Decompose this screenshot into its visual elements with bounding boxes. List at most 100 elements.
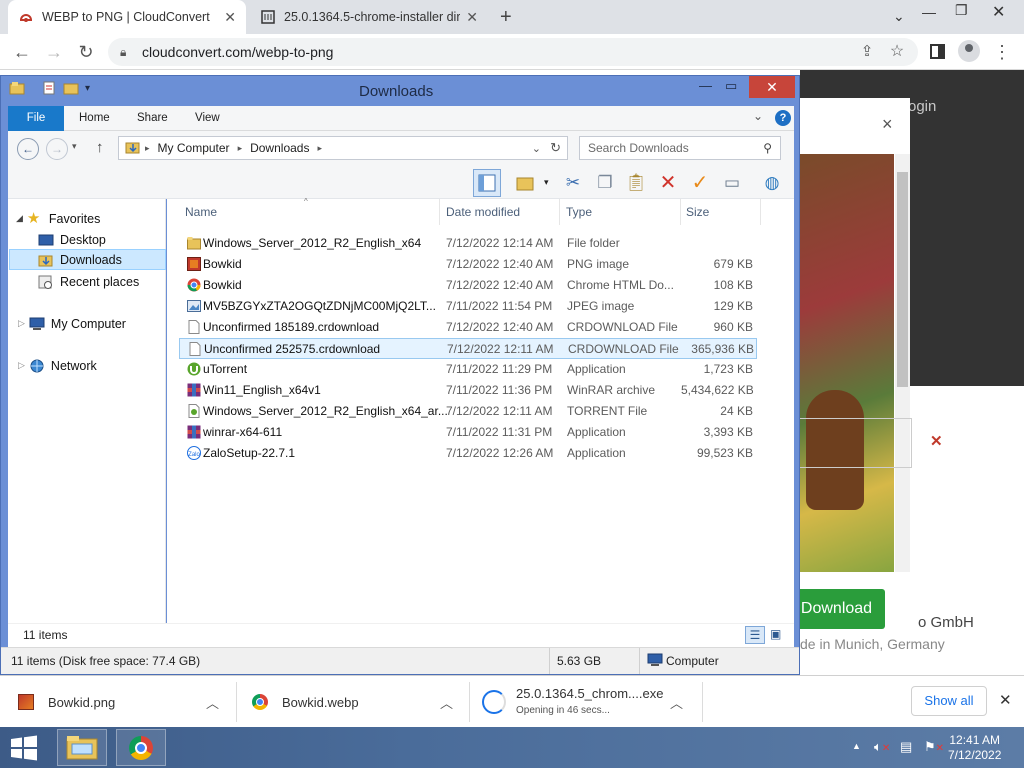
breadcrumb-chevron-icon[interactable]: ▸ bbox=[317, 143, 322, 154]
new-folder-icon[interactable] bbox=[63, 80, 79, 99]
file-row[interactable]: Zalo ZaloSetup-22.7.1 7/12/2022 12:26 AM Ap… bbox=[179, 443, 757, 464]
cut-icon[interactable]: ✂ bbox=[561, 171, 585, 195]
explorer-close-button[interactable]: ✕ bbox=[749, 76, 795, 98]
copy-icon[interactable]: ❐ bbox=[593, 171, 617, 195]
nav-downloads[interactable]: Downloads bbox=[9, 249, 166, 270]
column-divider[interactable] bbox=[559, 199, 560, 225]
bookmark-star-icon[interactable]: ☆ bbox=[885, 40, 909, 64]
breadcrumb-my-computer[interactable]: My Computer bbox=[158, 141, 230, 155]
menu-kebab-icon[interactable]: ⋮ bbox=[990, 40, 1014, 64]
modal-scrollbar-thumb[interactable] bbox=[897, 172, 908, 387]
move-to-folder-icon[interactable] bbox=[513, 171, 537, 195]
network-status-icon[interactable]: ▤ bbox=[900, 739, 912, 755]
file-row[interactable]: Win11_English_x64v1 7/11/2022 11:36 PM Win… bbox=[179, 380, 757, 401]
profile-avatar-icon[interactable] bbox=[958, 40, 980, 62]
modal-close-icon[interactable]: × bbox=[882, 114, 893, 135]
share-icon[interactable]: ⇪ bbox=[855, 40, 879, 64]
forward-arrow-icon[interactable]: → bbox=[42, 40, 66, 64]
move-dropdown-icon[interactable]: ▾ bbox=[544, 177, 549, 188]
column-header-date[interactable]: Date modified bbox=[446, 205, 520, 219]
new-tab-button[interactable]: + bbox=[500, 6, 512, 29]
action-center-flag-icon[interactable]: ⚑✕ bbox=[924, 739, 944, 755]
nav-my-computer[interactable]: ▷ My Computer bbox=[18, 313, 126, 334]
side-panel-icon[interactable] bbox=[930, 44, 945, 59]
network-globe-icon[interactable]: ◍ bbox=[760, 171, 784, 195]
column-header-name[interactable]: Name bbox=[185, 205, 217, 219]
breadcrumb-chevron-icon[interactable]: ▸ bbox=[238, 143, 243, 154]
large-icons-view-icon[interactable]: ▣ bbox=[770, 627, 781, 641]
file-row[interactable]: MV5BZGYxZTA2OGQtZDNjMC00MjQ2LT... 7/11/20… bbox=[179, 296, 757, 317]
tab-view[interactable]: View bbox=[195, 112, 220, 124]
restore-icon[interactable]: ❐ bbox=[955, 2, 968, 19]
tab-cloudconvert[interactable]: WEBP to PNG | CloudConvert ✕ bbox=[8, 0, 246, 34]
windows-start-icon[interactable] bbox=[10, 735, 38, 764]
preview-pane-icon[interactable] bbox=[473, 169, 501, 197]
login-link[interactable]: ogin bbox=[908, 98, 936, 115]
address-bar[interactable]: 🔒︎ cloudconvert.com/webp-to-png bbox=[108, 38, 918, 66]
ribbon-expand-icon[interactable]: ⌄ bbox=[753, 109, 763, 123]
tab-close-icon[interactable]: ✕ bbox=[224, 9, 236, 26]
file-row[interactable]: Windows_Server_2012_R2_English_x64 7/12/2… bbox=[179, 233, 757, 254]
tab-file[interactable]: File bbox=[8, 106, 64, 131]
nav-recent-places[interactable]: Recent places bbox=[38, 271, 139, 292]
explorer-minimize-icon[interactable]: — bbox=[699, 78, 712, 93]
window-close-icon[interactable]: ✕ bbox=[992, 2, 1005, 22]
column-header-type[interactable]: Type bbox=[566, 205, 592, 219]
column-divider[interactable] bbox=[680, 199, 681, 225]
properties-card-icon[interactable]: ▭ bbox=[720, 171, 744, 195]
taskbar-clock[interactable]: 12:41 AM 7/12/2022 bbox=[948, 733, 1001, 763]
file-row[interactable]: winrar-x64-611 7/11/2022 11:31 PM Applicat… bbox=[179, 422, 757, 443]
tab-search-icon[interactable]: ⌄ bbox=[893, 8, 905, 25]
download-item-bowkid-webp[interactable]: Bowkid.webp ︿ bbox=[252, 676, 470, 728]
back-arrow-icon[interactable]: ← bbox=[10, 40, 34, 64]
search-icon[interactable]: ⚲ bbox=[763, 141, 772, 155]
taskbar-file-explorer[interactable] bbox=[57, 729, 107, 766]
explorer-title-bar[interactable]: ▾ Downloads — ▭ ✕ bbox=[1, 76, 799, 106]
close-downloads-bar-icon[interactable]: ✕ bbox=[999, 691, 1012, 709]
breadcrumb-chevron-icon[interactable]: ▸ bbox=[145, 143, 150, 154]
download-options-chevron-icon[interactable]: ︿ bbox=[206, 693, 219, 712]
customize-qat-icon[interactable]: ▾ bbox=[85, 83, 90, 94]
address-dropdown-icon[interactable]: ⌄ bbox=[532, 142, 541, 155]
refresh-icon[interactable]: ↻ bbox=[550, 140, 561, 156]
download-item-bowkid-png[interactable]: Bowkid.png ︿ bbox=[18, 676, 236, 728]
search-downloads-input[interactable]: Search Downloads ⚲ bbox=[579, 136, 781, 160]
taskbar-chrome[interactable] bbox=[116, 729, 166, 766]
download-button[interactable]: Download bbox=[788, 589, 885, 629]
rename-checkmark-icon[interactable]: ✓ bbox=[688, 171, 712, 195]
up-arrow-icon[interactable]: ↑ bbox=[96, 139, 104, 156]
remove-file-icon[interactable]: ✕ bbox=[930, 432, 943, 450]
nav-network[interactable]: ▷ Network bbox=[18, 355, 97, 376]
expand-arrow-icon[interactable]: ▷ bbox=[18, 318, 25, 329]
nav-favorites[interactable]: ◢ ★ Favorites bbox=[16, 208, 100, 229]
properties-icon[interactable] bbox=[41, 80, 57, 99]
expand-arrow-icon[interactable]: ▷ bbox=[18, 360, 25, 371]
show-hidden-icons-icon[interactable]: ▲ bbox=[852, 741, 861, 751]
file-row[interactable]: uTorrent 7/11/2022 11:29 PM Application 1,7… bbox=[179, 359, 757, 380]
minimize-icon[interactable]: — bbox=[922, 4, 936, 20]
download-options-chevron-icon[interactable]: ︿ bbox=[440, 693, 453, 712]
column-divider[interactable] bbox=[439, 199, 440, 225]
paste-icon[interactable]: 📋︎ bbox=[624, 171, 648, 195]
file-row[interactable]: Unconfirmed 185189.crdownload 7/12/2022 1… bbox=[179, 317, 757, 338]
tab-home[interactable]: Home bbox=[79, 112, 110, 124]
download-item-chrome-installer[interactable]: 25.0.1364.5_chrom....exe Opening in 46 s… bbox=[482, 676, 700, 728]
file-row[interactable]: Windows_Server_2012_R2_English_x64_ar...… bbox=[179, 401, 757, 422]
file-row[interactable]: Bowkid 7/12/2022 12:40 AM PNG image 679 KB bbox=[179, 254, 757, 275]
recent-locations-icon[interactable]: ▾ bbox=[72, 141, 77, 152]
help-icon[interactable]: ? bbox=[775, 110, 791, 126]
forward-icon[interactable]: → bbox=[46, 138, 68, 160]
show-all-button[interactable]: Show all bbox=[911, 686, 987, 716]
delete-icon[interactable]: ✕ bbox=[656, 171, 680, 195]
details-view-icon[interactable]: ☰ bbox=[745, 626, 765, 644]
nav-desktop[interactable]: Desktop bbox=[38, 229, 106, 250]
explorer-maximize-icon[interactable]: ▭ bbox=[725, 78, 737, 94]
breadcrumb-downloads[interactable]: Downloads bbox=[250, 141, 309, 155]
explorer-app-icon[interactable] bbox=[9, 80, 25, 99]
column-header-size[interactable]: Size bbox=[686, 205, 709, 219]
volume-muted-icon[interactable]: 🔈︎✕ bbox=[874, 739, 890, 755]
file-row[interactable]: Bowkid 7/12/2022 12:40 AM Chrome HTML Do..… bbox=[179, 275, 757, 296]
file-row[interactable]: Unconfirmed 252575.crdownload 7/12/2022 1… bbox=[179, 338, 757, 359]
back-icon[interactable]: ← bbox=[17, 138, 39, 160]
tab-close-icon[interactable]: ✕ bbox=[466, 9, 478, 26]
